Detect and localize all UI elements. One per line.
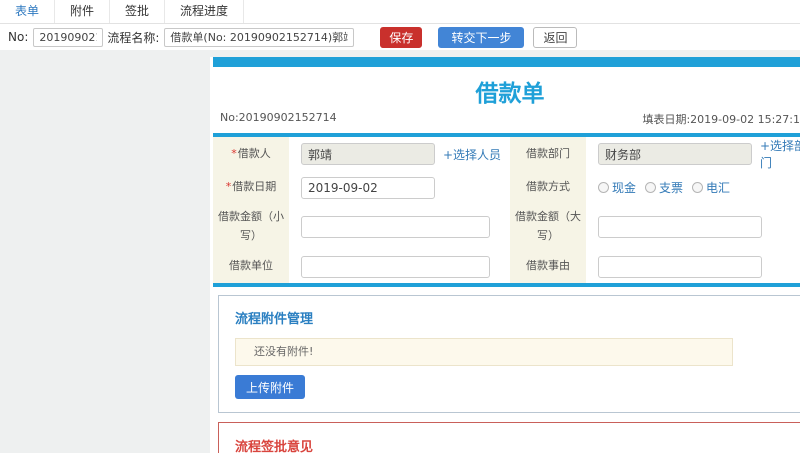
form-grid: *借款人 +选择人员 借款部门 +选择部门 — [213, 137, 800, 283]
tab-approval[interactable]: 签批 — [110, 0, 166, 23]
tab-form[interactable]: 表单 — [0, 0, 56, 23]
unit-input[interactable] — [301, 255, 490, 278]
form-row-1: *借款人 +选择人员 借款部门 +选择部门 — [213, 137, 800, 171]
borrow-date-input[interactable] — [301, 176, 435, 199]
tab-attachments-label: 附件 — [70, 4, 95, 18]
no-input[interactable] — [33, 27, 104, 47]
upload-attachment-button[interactable]: 上传附件 — [235, 375, 306, 399]
form-row-3: 借款金额（小写） 借款金额（大写） — [213, 204, 800, 250]
radio-wire[interactable]: 电汇 — [692, 179, 730, 196]
amount-big-input[interactable] — [598, 216, 762, 238]
unit-label: 借款单位 — [213, 250, 289, 283]
header-accent-bar — [213, 57, 800, 67]
signature-heading: 流程签批意见 — [235, 440, 314, 453]
radio-circle-icon — [645, 182, 657, 193]
field-department: 借款部门 +选择部门 — [510, 137, 800, 171]
select-person-link[interactable]: +选择人员 — [443, 146, 501, 163]
tab-bar: 表单 附件 签批 流程进度 — [0, 0, 800, 24]
borrower-label: *借款人 — [213, 137, 289, 171]
form-title: 借款单 — [475, 81, 545, 107]
department-input[interactable] — [598, 143, 752, 165]
required-mark: * — [231, 146, 237, 160]
flow-name-label: 流程名称: — [107, 30, 160, 45]
workspace: 借款单 No:20190902152714 填表日期:2019-09-02 15… — [0, 50, 800, 453]
app-window: 表单 附件 签批 流程进度 No: 流程名称: 保存 转交下一步 返回 借款单 … — [0, 0, 800, 453]
reason-input[interactable] — [598, 255, 762, 278]
field-amount-small: 借款金额（小写） — [213, 204, 510, 250]
method-radio-group: 现金 支票 电汇 — [598, 179, 730, 196]
borrow-date-label: *借款日期 — [213, 171, 289, 204]
required-mark: * — [225, 180, 232, 194]
tab-attachments[interactable]: 附件 — [55, 0, 111, 23]
separator-bar-bottom — [213, 283, 800, 287]
borrower-input[interactable] — [301, 143, 435, 165]
amount-small-label: 借款金额（小写） — [213, 204, 289, 250]
attachments-section: 流程附件管理 还没有附件! 上传附件 — [218, 295, 800, 413]
field-borrow-date: *借款日期 — [213, 171, 510, 204]
form-row-2: *借款日期 借款方式 现金 支票 电汇 — [213, 171, 800, 204]
back-button[interactable]: 返回 — [533, 26, 578, 48]
form-row-4: 借款单位 借款事由 — [213, 250, 800, 283]
field-amount-big: 借款金额（大写） — [510, 204, 800, 250]
flow-name-input[interactable] — [164, 27, 355, 47]
tab-form-label: 表单 — [15, 4, 40, 18]
radio-circle-icon — [598, 182, 609, 193]
tab-approval-label: 签批 — [125, 4, 150, 18]
attachments-heading: 流程附件管理 — [235, 312, 314, 327]
amount-big-label: 借款金额（大写） — [510, 204, 586, 250]
radio-circle-icon — [692, 182, 704, 193]
signature-section: 流程签批意见 B I abc — [218, 422, 800, 453]
save-button[interactable]: 保存 — [380, 26, 423, 48]
reason-label: 借款事由 — [510, 250, 586, 283]
doc-meta: No:20190902152714 填表日期:2019-09-02 15:27:… — [213, 111, 800, 133]
tab-progress[interactable]: 流程进度 — [165, 0, 245, 23]
amount-small-input[interactable] — [301, 216, 490, 238]
radio-cash[interactable]: 现金 — [598, 179, 636, 196]
no-label: No: — [8, 30, 29, 44]
department-label: 借款部门 — [510, 137, 586, 171]
field-method: 借款方式 现金 支票 电汇 — [510, 171, 800, 204]
field-unit: 借款单位 — [213, 250, 510, 283]
radio-cheque[interactable]: 支票 — [645, 179, 683, 196]
select-department-link[interactable]: +选择部门 — [760, 137, 800, 171]
form-panel: 借款单 No:20190902152714 填表日期:2019-09-02 15… — [210, 57, 800, 453]
forward-next-button[interactable]: 转交下一步 — [438, 26, 525, 48]
field-reason: 借款事由 — [510, 250, 800, 283]
toolbar: No: 流程名称: 保存 转交下一步 返回 — [0, 24, 800, 51]
no-attachments-notice: 还没有附件! — [235, 338, 733, 366]
doc-number: No:20190902152714 — [220, 111, 337, 124]
tab-progress-label: 流程进度 — [180, 4, 229, 18]
method-label: 借款方式 — [510, 171, 586, 204]
field-borrower: *借款人 +选择人员 — [213, 137, 510, 171]
doc-fill-date: 填表日期:2019-09-02 15:27:1 — [642, 113, 800, 126]
